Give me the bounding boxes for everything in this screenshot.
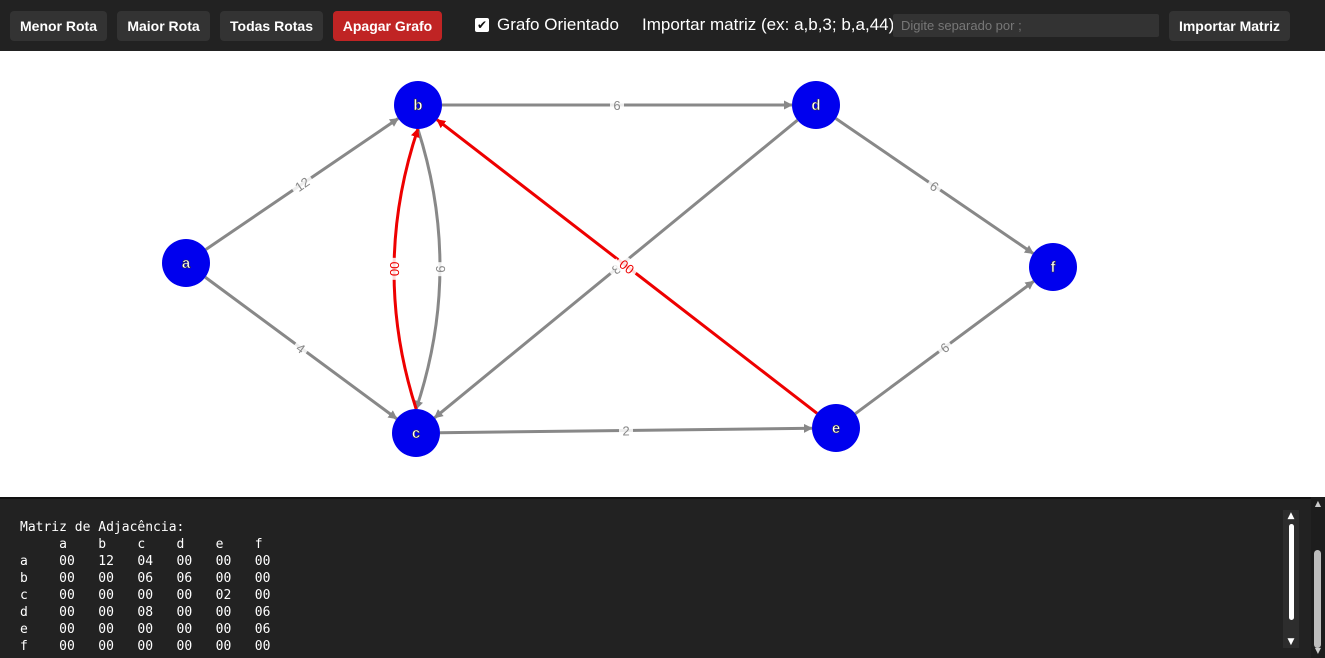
edge-weight-text: 6	[613, 98, 620, 113]
node-b[interactable]: b	[394, 81, 442, 129]
edge-label-e-f: 6	[934, 336, 955, 359]
import-matrix-input[interactable]	[893, 14, 1159, 37]
node-a[interactable]: a	[162, 239, 210, 287]
edge-label-b-c: 6	[431, 262, 449, 277]
edge-weight-text: 2	[622, 423, 629, 438]
node-label: c	[412, 425, 420, 442]
edge-label-c-b: 00	[385, 257, 403, 280]
node-f[interactable]: f	[1029, 243, 1077, 291]
longest-route-button[interactable]: Maior Rota	[117, 11, 210, 41]
edge-label-d-f: 6	[924, 175, 945, 197]
scroll-up-icon[interactable]: ▲	[1283, 510, 1299, 522]
all-routes-button[interactable]: Todas Rotas	[220, 11, 323, 41]
console-scrollbar-thumb[interactable]	[1289, 524, 1294, 620]
toolbar: Menor Rota Maior Rota Todas Rotas Apagar…	[0, 0, 1325, 51]
adjacency-console: Matriz de Adjacência: a b c d e f a 00 1…	[0, 497, 1325, 658]
node-c[interactable]: c	[392, 409, 440, 457]
scroll-down-icon[interactable]: ▼	[1283, 636, 1299, 648]
edge-label-a-c: 4	[290, 337, 312, 359]
node-label: b	[413, 97, 422, 114]
node-d[interactable]: d	[792, 81, 840, 129]
node-label: a	[182, 255, 191, 272]
node-label: d	[811, 97, 820, 114]
edge-weight-text: 6	[433, 265, 448, 272]
page-scroll-down-icon[interactable]: ▼	[1311, 646, 1325, 656]
edge-label-c-e: 2	[618, 422, 634, 439]
edge-label-b-d: 6	[610, 97, 624, 113]
edge-label-a-b: 12	[288, 171, 316, 197]
directed-graph-checkbox[interactable]: ✔	[475, 18, 489, 32]
import-matrix-label: Importar matriz (ex: a,b,3; b,a,44):	[642, 15, 899, 34]
import-matrix-button[interactable]: Importar Matriz	[1169, 11, 1290, 41]
edge-labels-layer: 12466286600 00	[288, 97, 955, 439]
page-scroll-up-icon[interactable]: ▲	[1311, 499, 1325, 509]
edge-weight-text: 00	[387, 262, 402, 277]
shortest-route-button[interactable]: Menor Rota	[10, 11, 107, 41]
adjacency-matrix-text: Matriz de Adjacência: a b c d e f a 00 1…	[20, 520, 271, 654]
directed-graph-label[interactable]: Grafo Orientado	[497, 15, 619, 35]
node-label: e	[832, 420, 840, 437]
graph-canvas[interactable]: 12466286600 00 abcdef	[0, 51, 1325, 497]
clear-graph-button[interactable]: Apagar Grafo	[333, 11, 442, 41]
page-scrollbar-thumb[interactable]	[1314, 550, 1321, 648]
node-e[interactable]: e	[812, 404, 860, 452]
